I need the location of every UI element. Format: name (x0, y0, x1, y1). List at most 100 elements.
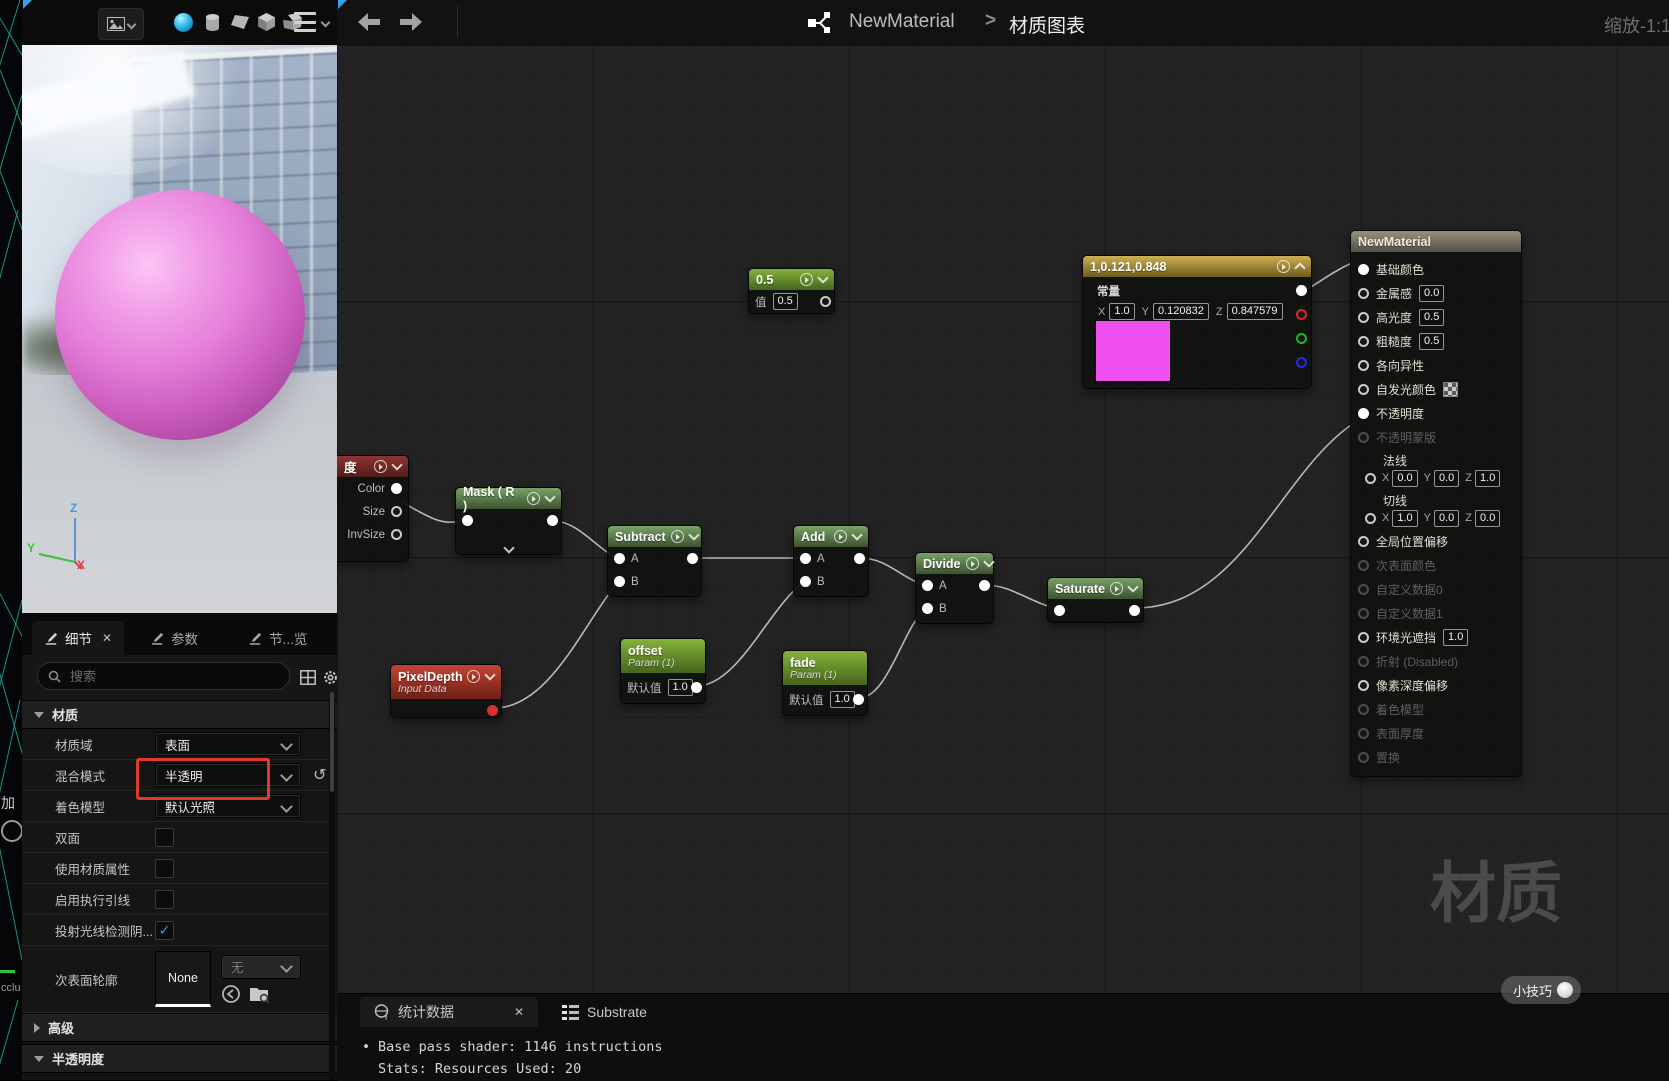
pin-icon[interactable] (854, 553, 865, 564)
preview-background-button[interactable] (98, 8, 144, 40)
color-swatch[interactable] (1095, 320, 1171, 382)
preview-toggle-icon[interactable] (800, 273, 813, 286)
pin-icon[interactable] (922, 603, 933, 614)
node-subtract[interactable]: Subtract A B (607, 525, 702, 597)
pin-icon[interactable] (614, 553, 625, 564)
preview-toggle-icon[interactable] (374, 460, 387, 473)
pin-icon[interactable] (1358, 559, 1369, 571)
pin-icon[interactable] (1358, 727, 1369, 739)
pin-icon[interactable] (800, 576, 811, 587)
node-pixel-depth[interactable]: PixelDepth Input Data (390, 664, 502, 718)
pin-icon[interactable] (1358, 631, 1369, 643)
preview-toggle-icon[interactable] (1277, 260, 1290, 273)
value-box[interactable]: 0.5 (1419, 332, 1445, 350)
dropdown-混合模式[interactable]: 半透明 (155, 763, 301, 787)
value-box[interactable]: 0.0 (1475, 509, 1501, 527)
forward-arrow-button[interactable] (397, 10, 425, 34)
pin-icon[interactable] (853, 694, 864, 705)
preview-toggle-icon[interactable] (834, 530, 847, 543)
node-param-offset[interactable]: offset Param (1) 默认值 1.0 (620, 638, 706, 704)
node-material-output[interactable]: NewMaterial 基础颜色 金属感 0.0 高光度 0.5 粗糙度 0.5 各向异性 自发… (1350, 230, 1522, 777)
preview-toggle-icon[interactable] (467, 670, 480, 683)
viewport-options-menu-button[interactable] (294, 12, 316, 32)
pin-icon[interactable] (391, 483, 402, 494)
pin-icon[interactable] (979, 580, 990, 591)
value-box[interactable]: 1.0 (1475, 469, 1501, 487)
search-box[interactable] (37, 662, 290, 690)
pin-icon[interactable] (1358, 703, 1369, 715)
chevron-up-icon[interactable] (1294, 262, 1306, 274)
pin-icon[interactable] (1296, 357, 1307, 368)
node-saturate[interactable]: Saturate (1047, 577, 1144, 623)
pin-icon[interactable] (1358, 607, 1369, 619)
tab-node-overview[interactable]: 节...览 (236, 621, 319, 655)
chevron-down-icon[interactable] (688, 529, 700, 541)
pin-icon[interactable] (1296, 285, 1307, 296)
clipped-add-button[interactable]: 加 (1, 793, 15, 813)
preview-shape-plane-button[interactable] (229, 11, 251, 33)
pin-icon[interactable] (462, 515, 473, 526)
node-divide[interactable]: Divide A B (915, 552, 995, 624)
value-box[interactable]: 0.0 (1419, 284, 1445, 302)
emissive-swatch-icon[interactable] (1443, 381, 1459, 397)
value-box[interactable]: 1.0 (667, 679, 693, 696)
node-param-fade[interactable]: fade Param (1) 默认值 1.0 (782, 650, 868, 716)
pin-icon[interactable] (691, 682, 702, 693)
chevron-down-icon[interactable] (544, 491, 556, 503)
value-box[interactable]: 1.0 (1392, 509, 1418, 527)
pin-icon[interactable] (1358, 583, 1369, 595)
pin-icon[interactable] (1129, 605, 1140, 616)
preview-shape-cylinder-button[interactable] (201, 11, 223, 33)
preview-shape-sphere-button[interactable] (172, 11, 194, 33)
section-header-material[interactable]: 材质 (22, 700, 337, 729)
breadcrumb-page[interactable]: 材质图表 (1009, 11, 1085, 38)
close-icon[interactable]: ✕ (102, 631, 112, 645)
value-box[interactable]: 0.847579 (1226, 303, 1283, 320)
display-filter-icon[interactable] (300, 670, 316, 685)
checkbox-投射光线检测阴...[interactable] (155, 920, 174, 940)
tab-stats[interactable]: i 统计数据 ✕ (360, 997, 538, 1027)
chevron-down-icon[interactable] (484, 669, 496, 681)
checkbox-双面[interactable] (155, 827, 174, 847)
checkbox-使用材质属性[interactable] (155, 858, 174, 878)
back-arrow-button[interactable] (355, 10, 383, 34)
preview-shape-cube-button[interactable] (255, 11, 277, 33)
chevron-down-icon[interactable] (817, 272, 829, 284)
pin-icon[interactable] (1358, 311, 1369, 323)
material-graph-canvas[interactable]: 材质 度 Color Size InvSize Mask (R) 0.5 值… (337, 45, 1669, 993)
pin-icon[interactable] (1358, 407, 1369, 419)
value-box[interactable]: 1.0 (1443, 628, 1469, 646)
expand-advanced-icon[interactable] (502, 542, 515, 554)
close-icon[interactable]: ✕ (514, 1005, 524, 1019)
pin-icon[interactable] (614, 576, 625, 587)
details-scrollbar[interactable] (329, 692, 335, 1080)
value-box[interactable]: 0.120832 (1152, 303, 1209, 320)
pin-icon[interactable] (1358, 359, 1369, 371)
tab-parameters[interactable]: 参数 (138, 621, 210, 655)
pin-icon[interactable] (1358, 679, 1369, 691)
value-box[interactable]: 1.0 (829, 691, 855, 708)
use-selected-icon[interactable] (221, 984, 241, 1004)
value-box[interactable]: 0.0 (1392, 469, 1418, 487)
preview-toggle-icon[interactable] (527, 492, 540, 505)
tab-substrate[interactable]: Substrate (548, 997, 661, 1027)
pin-icon[interactable] (1054, 605, 1065, 616)
value-box[interactable]: 0.0 (1433, 469, 1460, 487)
chevron-down-icon[interactable] (1127, 581, 1139, 593)
pin-icon[interactable] (487, 705, 498, 716)
material-preview-viewport[interactable]: Z Y X (22, 45, 337, 613)
asset-thumbnail[interactable]: None (155, 951, 211, 1007)
pin-icon[interactable] (1358, 335, 1369, 347)
value-box[interactable]: 0.0 (1433, 509, 1460, 527)
pin-icon[interactable] (1365, 512, 1376, 524)
breadcrumb-asset[interactable]: NewMaterial (849, 11, 955, 33)
chevron-down-icon[interactable] (391, 459, 403, 471)
dropdown-着色模型[interactable]: 默认光照 (155, 794, 301, 818)
value-box[interactable]: 1.0 (1109, 303, 1135, 320)
browse-folder-icon[interactable] (249, 984, 271, 1004)
value-box[interactable]: 0.5 (772, 293, 798, 310)
pin-icon[interactable] (1296, 309, 1307, 320)
pin-icon[interactable] (1358, 287, 1369, 299)
node-constant3-vector[interactable]: 1,0.121,0.848 常量 X 1.0 Y 0.120832 Z 0.84757… (1082, 255, 1312, 389)
pin-icon[interactable] (1358, 751, 1369, 763)
